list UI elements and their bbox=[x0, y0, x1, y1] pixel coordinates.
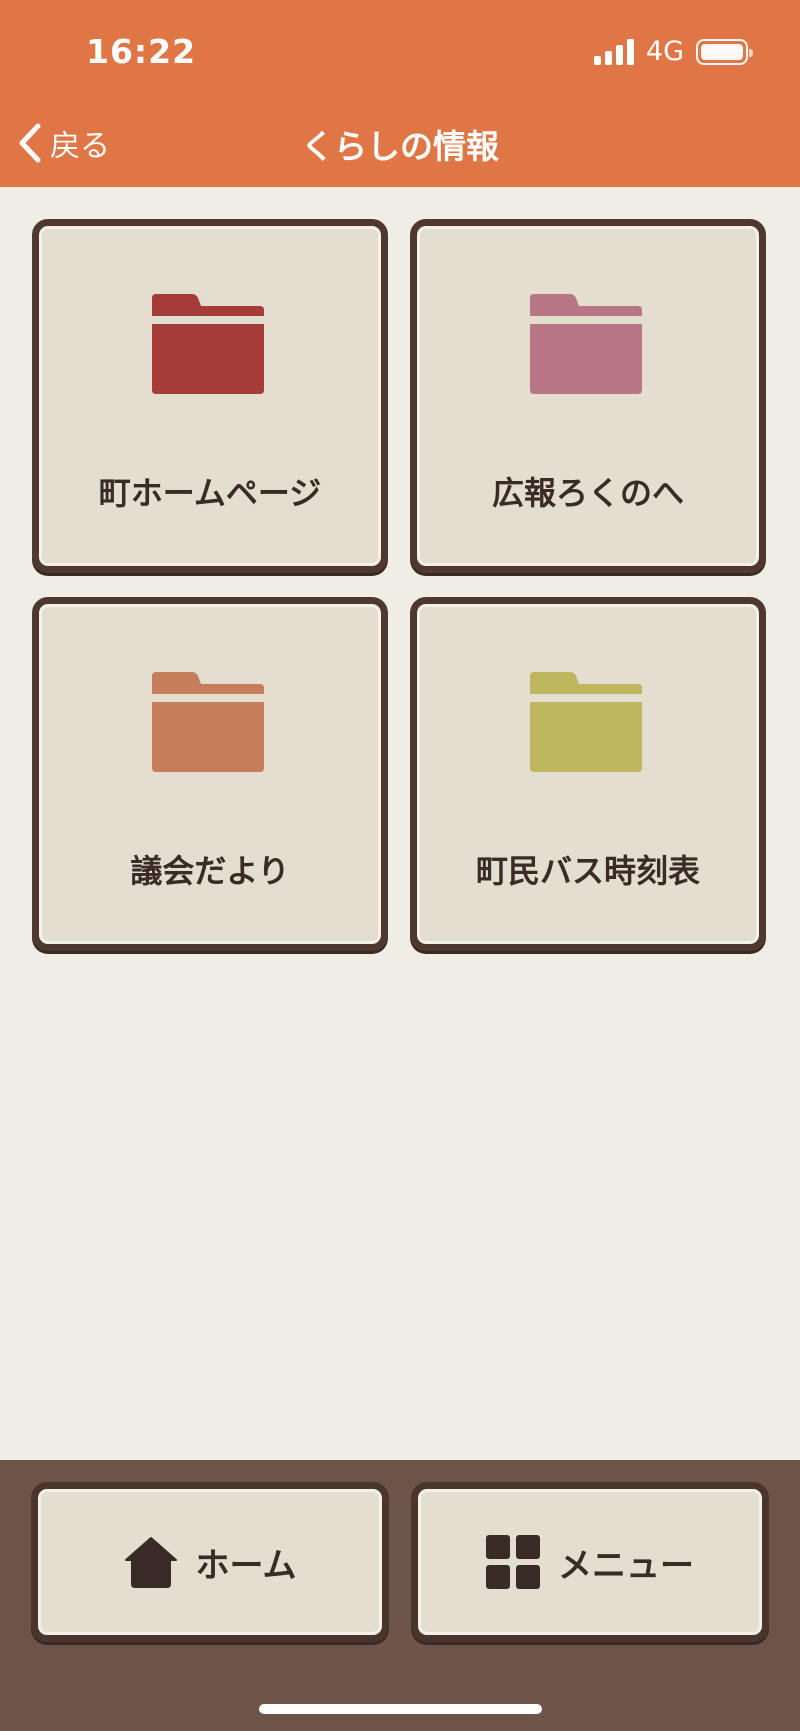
folder-icon bbox=[530, 672, 642, 772]
home-label: ホーム bbox=[195, 1545, 297, 1586]
folder-icon bbox=[152, 294, 264, 394]
tile-bus-timetable[interactable]: 町民バス時刻表 bbox=[410, 597, 766, 951]
home-button[interactable]: ホーム bbox=[31, 1482, 389, 1642]
status-indicators: 4G bbox=[593, 36, 753, 67]
network-type: 4G bbox=[645, 36, 684, 67]
tile-label: 町民バス時刻表 bbox=[475, 852, 700, 890]
menu-button[interactable]: メニュー bbox=[411, 1482, 769, 1642]
folder-icon bbox=[152, 672, 264, 772]
home-indicator[interactable] bbox=[259, 1704, 542, 1714]
folder-icon bbox=[530, 294, 642, 394]
menu-label: メニュー bbox=[558, 1545, 694, 1586]
bottom-nav-bar: ホーム メニュー bbox=[0, 1460, 800, 1731]
page-title: くらしの情報 bbox=[301, 127, 499, 166]
battery-icon bbox=[696, 38, 753, 65]
house-icon bbox=[124, 1537, 177, 1588]
grid-icon bbox=[486, 1535, 540, 1589]
tile-town-homepage[interactable]: 町ホームページ bbox=[32, 219, 388, 573]
tile-label: 議会だより bbox=[130, 852, 290, 890]
app-header: 16:22 4G 戻る くらしの情報 bbox=[0, 0, 800, 187]
signal-icon bbox=[593, 38, 634, 65]
tile-kouhou-rokunohe[interactable]: 広報ろくのへ bbox=[410, 219, 766, 573]
status-time: 16:22 bbox=[86, 32, 197, 71]
tile-gikai-dayori[interactable]: 議会だより bbox=[32, 597, 388, 951]
tile-label: 広報ろくのへ bbox=[491, 474, 684, 512]
tile-label: 町ホームページ bbox=[98, 474, 322, 512]
